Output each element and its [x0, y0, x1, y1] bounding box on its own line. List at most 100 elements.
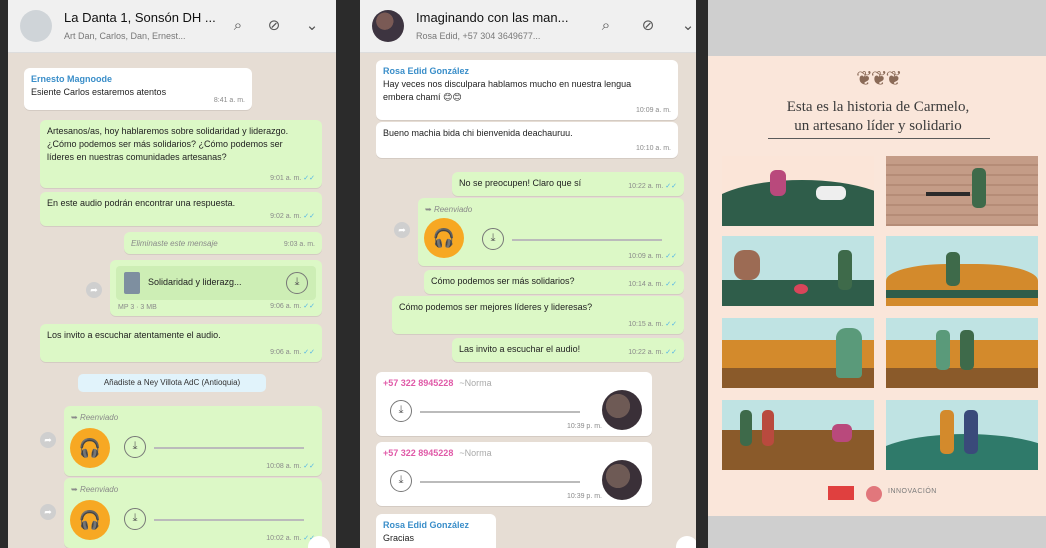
system-notice: Añadiste a Ney Villota AdC (Antioquia): [78, 374, 266, 392]
search-icon[interactable]: ⌕: [596, 16, 616, 36]
outgoing-message[interactable]: Las invito a escuchar el audio! 10:22 a.…: [452, 338, 684, 362]
read-check-icon: ✓✓: [303, 303, 315, 310]
figure: [762, 410, 774, 446]
outgoing-message[interactable]: En este audio podrán encontrar una respu…: [40, 192, 322, 226]
chevron-down-icon[interactable]: ⌄: [302, 16, 322, 36]
outgoing-message[interactable]: Cómo podemos ser mejores líderes y lider…: [392, 296, 684, 334]
chat-participants: Rosa Edid, +57 304 3649677...: [416, 31, 541, 41]
forwarded-label: ➥ Reenviado: [71, 485, 119, 494]
read-check-icon: ✓✓: [665, 183, 677, 190]
audio-track[interactable]: [512, 239, 662, 241]
top-band: [708, 0, 1046, 56]
sender-name: Rosa Edid González: [383, 66, 470, 76]
forwarded-label: ➥ Reenviado: [425, 205, 473, 214]
message-time: 10:15 a. m. ✓✓: [628, 321, 677, 328]
forwarded-audio-message[interactable]: ➥ Reenviado 🎧 ⤓ 10:02 a. m. ✓✓: [64, 478, 322, 548]
forward-icon[interactable]: ➦: [86, 282, 102, 298]
illustration-panel: [886, 236, 1038, 306]
forwarded-label: ➥ Reenviado: [71, 413, 119, 422]
message-time: 9:02 a. m. ✓✓: [270, 213, 315, 220]
deleted-message[interactable]: Eliminaste este mensaje 9:03 a. m.: [124, 232, 322, 254]
bottom-band: [708, 516, 1046, 548]
headphones-icon: 🎧: [70, 428, 110, 468]
table: [926, 192, 970, 196]
document-box[interactable]: Solidaridad y liderazg... ⤓: [116, 266, 316, 300]
chat-participants: Art Dan, Carlos, Dan, Ernest...: [64, 31, 186, 41]
download-icon[interactable]: ⤓: [482, 228, 504, 250]
message-time: 10:22 a. m. ✓✓: [628, 183, 677, 190]
group-avatar[interactable]: [372, 10, 404, 42]
figure: [836, 328, 862, 378]
forwarded-audio-message[interactable]: ➥ Reenviado 🎧 ⤓ 10:09 a. m. ✓✓: [418, 198, 684, 266]
scroll-down-button[interactable]: [308, 536, 330, 548]
bird: [794, 284, 808, 294]
download-icon[interactable]: ⤓: [124, 508, 146, 530]
group-avatar[interactable]: [20, 10, 52, 42]
outgoing-message[interactable]: Cómo podemos ser más solidarios? 10:14 a…: [424, 270, 684, 294]
sender-avatar[interactable]: [602, 460, 642, 500]
figure: [964, 410, 978, 454]
figure: [740, 410, 752, 446]
illustration-panel: [722, 400, 874, 470]
hill: [886, 434, 1038, 470]
outgoing-message[interactable]: Los invito a escuchar atentamente el aud…: [40, 324, 322, 362]
brand-logo: [828, 486, 854, 500]
document-icon: [124, 272, 140, 294]
message-time: 10:39 p. m.: [566, 493, 602, 500]
attach-icon[interactable]: ⊘: [264, 16, 284, 36]
download-icon[interactable]: ⤓: [124, 436, 146, 458]
chat-title[interactable]: La Danta 1, Sonsón DH ...: [64, 10, 216, 25]
message-time: 10:10 a. m.: [635, 145, 671, 152]
forward-icon[interactable]: ➦: [40, 504, 56, 520]
incoming-message[interactable]: Rosa Edid González Gracias: [376, 514, 496, 548]
forward-icon[interactable]: ➦: [394, 222, 410, 238]
incoming-audio-message[interactable]: +57 322 8945228 ~Norma ⤓ 10:39 p. m.: [376, 442, 652, 506]
illustration-panel: [722, 236, 874, 306]
chat-title[interactable]: Imaginando con las man...: [416, 10, 568, 25]
message-text: Bueno machia bida chi bienvenida deachau…: [383, 128, 573, 138]
sender-avatar[interactable]: [602, 390, 642, 430]
read-check-icon: ✓✓: [665, 321, 677, 328]
audio-track[interactable]: [154, 519, 304, 521]
message-time: 9:03 a. m.: [283, 241, 315, 248]
message-time: 10:39 p. m.: [566, 423, 602, 430]
incoming-audio-message[interactable]: +57 322 8945228 ~Norma ⤓ 10:39 p. m.: [376, 372, 652, 436]
chevron-down-icon[interactable]: ⌄: [678, 16, 696, 36]
infographic-image[interactable]: ❦❦❦ Esta es la historia de Carmelo, un a…: [708, 0, 1046, 548]
audio-track[interactable]: [154, 447, 304, 449]
scroll-down-button[interactable]: [676, 536, 696, 548]
audio-track[interactable]: [420, 481, 580, 483]
title-underline: [768, 138, 990, 139]
message-time: 8:41 a. m.: [213, 97, 245, 104]
vase: [734, 250, 760, 280]
illustration-panel: [722, 156, 874, 226]
leaf-logo-icon: ❦❦❦: [856, 68, 902, 90]
outgoing-message[interactable]: No se preocupen! Claro que sí 10:22 a. m…: [452, 172, 684, 196]
forward-icon[interactable]: ➦: [40, 432, 56, 448]
forwarded-audio-message[interactable]: ➥ Reenviado 🎧 ⤓ 10:08 a. m. ✓✓: [64, 406, 322, 476]
outgoing-message[interactable]: Artesanos/as, hoy hablaremos sobre solid…: [40, 120, 322, 188]
reply-quote-message[interactable]: Ernesto Magnoode Esiente Carlos estaremo…: [24, 68, 252, 110]
download-icon[interactable]: ⤓: [390, 400, 412, 422]
chat-header[interactable]: La Danta 1, Sonsón DH ... Art Dan, Carlo…: [8, 0, 336, 53]
message-text: En este audio podrán encontrar una respu…: [47, 198, 236, 208]
message-text: Hay veces nos disculpara hablamos mucho …: [383, 79, 632, 102]
search-icon[interactable]: ⌕: [228, 16, 248, 36]
chat-header[interactable]: Imaginando con las man... Rosa Edid, +57…: [360, 0, 696, 53]
download-icon[interactable]: ⤓: [286, 272, 308, 294]
figure: [770, 170, 786, 196]
illustration-panel: [886, 400, 1038, 470]
message-text: Cómo podemos ser mejores líderes y lider…: [399, 302, 593, 312]
attach-icon[interactable]: ⊘: [638, 16, 658, 36]
download-icon[interactable]: ⤓: [390, 470, 412, 492]
incoming-message[interactable]: Rosa Edid González Hay veces nos disculp…: [376, 60, 678, 120]
incoming-message[interactable]: Bueno machia bida chi bienvenida deachau…: [376, 122, 678, 158]
message-time: 9:06 a. m. ✓✓: [270, 349, 315, 356]
document-message[interactable]: Solidaridad y liderazg... ⤓ MP 3 · 3 MB …: [110, 260, 322, 316]
innovation-logo-text: INNOVACIÓN: [888, 488, 937, 495]
chat-panel-2: Imaginando con las man... Rosa Edid, +57…: [360, 0, 696, 548]
illustration-panel: [886, 318, 1038, 388]
audio-track[interactable]: [420, 411, 580, 413]
sender-name: +57 322 8945228 ~Norma: [383, 378, 492, 388]
read-check-icon: ✓✓: [303, 213, 315, 220]
